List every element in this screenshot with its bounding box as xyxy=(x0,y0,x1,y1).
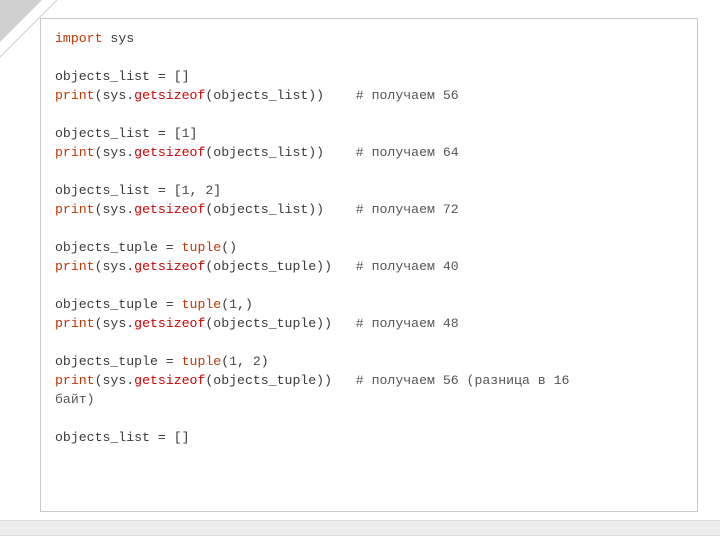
comment-48: # получаем 48 xyxy=(356,316,459,331)
comment-56: # получаем 56 xyxy=(356,88,459,103)
line-list-empty: objects_list = [] xyxy=(55,69,190,84)
code-block: import sys objects_list = [] print(sys.g… xyxy=(40,18,698,512)
line-list-empty-2: objects_list = [] xyxy=(55,430,190,445)
comment-64: # получаем 64 xyxy=(356,145,459,160)
bottom-band-icon xyxy=(0,520,720,536)
keyword-import: import xyxy=(55,31,102,46)
slide: import sys objects_list = [] print(sys.g… xyxy=(0,0,720,540)
fn-tuple: tuple xyxy=(182,240,222,255)
comment-40: # получаем 40 xyxy=(356,259,459,274)
comment-72: # получаем 72 xyxy=(356,202,459,217)
corner-fold-icon xyxy=(0,0,42,42)
comment-56-diff: # получаем 56 (разница в 16 xyxy=(356,373,570,388)
fn-print: print xyxy=(55,88,95,103)
module-sys: sys xyxy=(110,31,134,46)
code-text: import sys objects_list = [] print(sys.g… xyxy=(55,29,685,447)
fn-getsizeof: getsizeof xyxy=(134,88,205,103)
